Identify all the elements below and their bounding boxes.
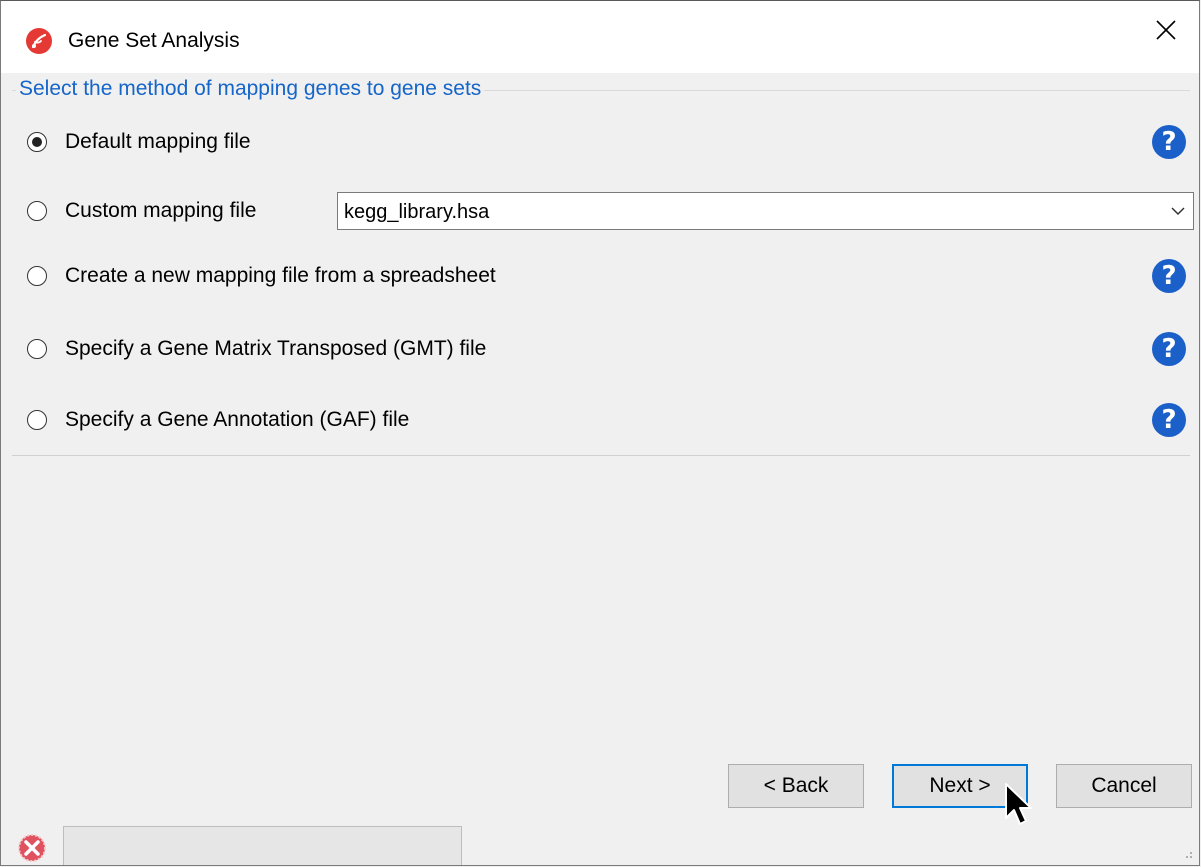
mouse-pointer-icon <box>1005 783 1032 825</box>
help-icon[interactable]: ? <box>1152 125 1186 159</box>
option-gmt-file[interactable]: Specify a Gene Matrix Transposed (GMT) f… <box>27 334 486 364</box>
radio-gmt-file[interactable] <box>27 339 47 359</box>
app-logo-icon <box>26 28 52 54</box>
option-label: Custom mapping file <box>65 199 257 222</box>
help-icon[interactable]: ? <box>1152 332 1186 366</box>
close-button[interactable] <box>1135 1 1199 61</box>
radio-default-mapping-file[interactable] <box>27 132 47 152</box>
radio-create-mapping-from-spreadsheet[interactable] <box>27 266 47 286</box>
option-label: Specify a Gene Annotation (GAF) file <box>65 408 410 431</box>
help-icon[interactable]: ? <box>1152 259 1186 293</box>
window-title: Gene Set Analysis <box>68 29 240 52</box>
radio-gaf-file[interactable] <box>27 410 47 430</box>
option-label: Specify a Gene Matrix Transposed (GMT) f… <box>65 337 487 360</box>
error-icon <box>18 834 46 862</box>
option-label: Create a new mapping file from a spreads… <box>65 264 496 287</box>
back-button[interactable]: < Back <box>728 764 864 808</box>
option-create-mapping-from-spreadsheet[interactable]: Create a new mapping file from a spreads… <box>27 261 496 291</box>
cancel-button[interactable]: Cancel <box>1056 764 1192 808</box>
help-icon[interactable]: ? <box>1152 403 1186 437</box>
status-message-field <box>63 826 462 865</box>
option-custom-mapping-file[interactable]: Custom mapping file <box>27 196 256 226</box>
title-bar: Gene Set Analysis <box>1 1 1199 73</box>
close-icon <box>1156 20 1176 40</box>
option-label: Default mapping file <box>65 130 251 153</box>
custom-mapping-file-combo[interactable]: kegg_library.hsa <box>337 192 1194 230</box>
combo-value: kegg_library.hsa <box>344 201 490 223</box>
option-gaf-file[interactable]: Specify a Gene Annotation (GAF) file <box>27 405 409 435</box>
gene-set-analysis-dialog: Gene Set Analysis Select the method of m… <box>0 0 1200 866</box>
option-default-mapping-file[interactable]: Default mapping file <box>27 127 251 157</box>
resize-grip-icon[interactable] <box>1181 847 1193 859</box>
chevron-down-icon[interactable] <box>1171 206 1185 216</box>
mapping-method-legend: Select the method of mapping genes to ge… <box>16 77 485 101</box>
radio-custom-mapping-file[interactable] <box>27 201 47 221</box>
